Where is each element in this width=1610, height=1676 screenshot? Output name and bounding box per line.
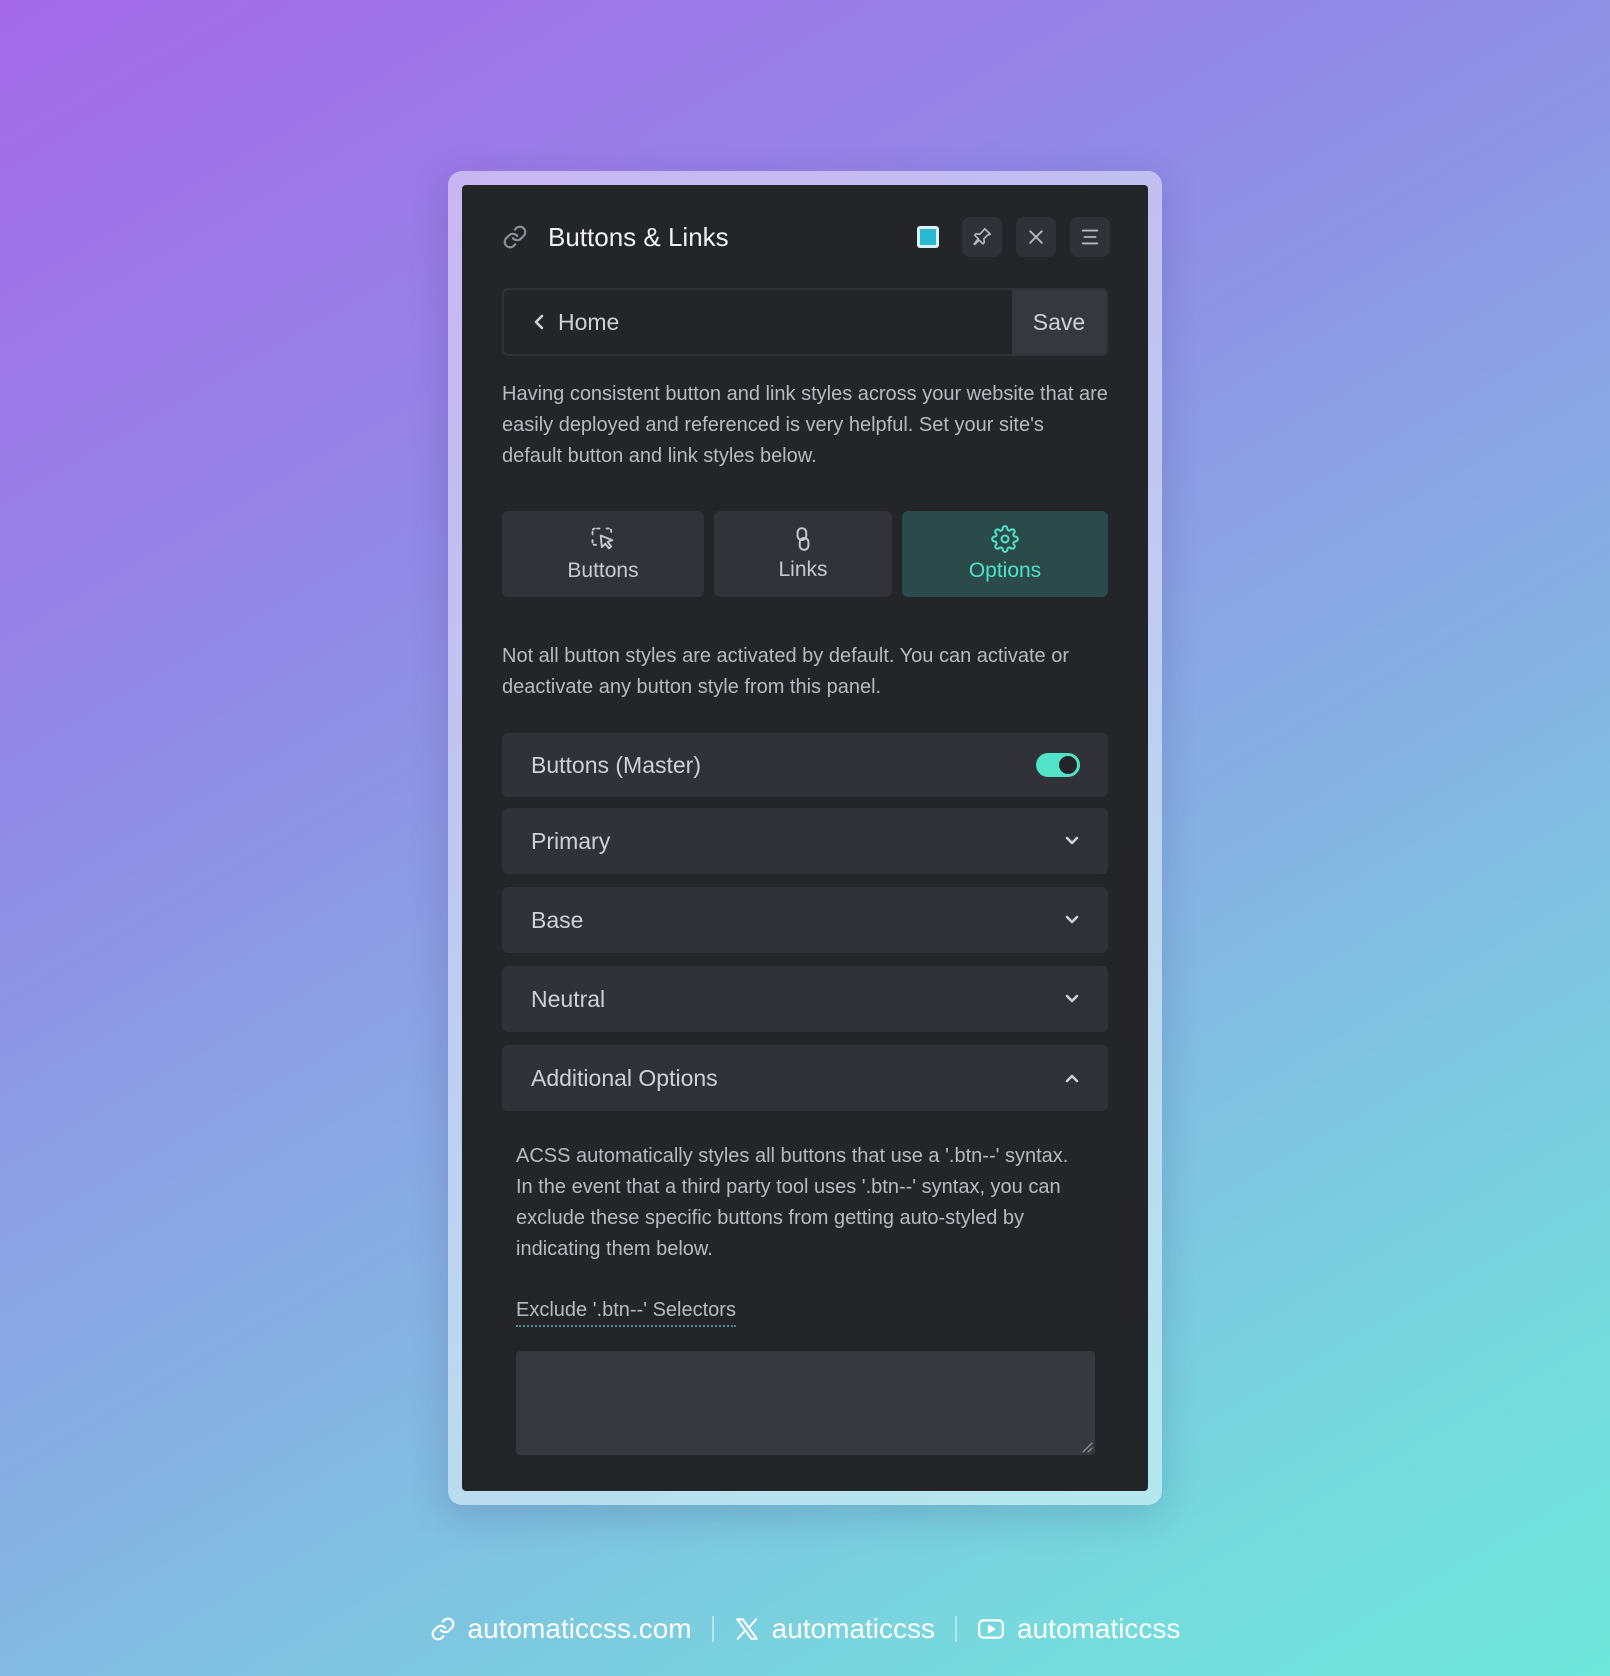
intro-text: Having consistent button and link styles…: [502, 383, 1108, 467]
accordion-additional-options-label: Additional Options: [531, 1064, 718, 1091]
menu-button[interactable]: [1070, 217, 1110, 257]
buttons-master-row: Buttons (Master): [502, 733, 1108, 797]
tab-buttons[interactable]: Buttons: [502, 511, 704, 597]
accordion-primary[interactable]: Primary: [502, 808, 1108, 874]
footer-divider: [711, 1616, 714, 1642]
link-icon: [431, 1617, 454, 1641]
gear-icon: [991, 525, 1019, 553]
chain-link-icon: [796, 527, 810, 551]
tab-links-label: Links: [778, 558, 828, 581]
footer-links: automaticcss.com automaticcss automaticc…: [0, 1604, 1610, 1654]
website-link[interactable]: automaticcss.com: [430, 1613, 692, 1645]
footer-divider: [955, 1616, 958, 1642]
chevron-down-icon: [1065, 836, 1079, 845]
chevron-down-icon: [1065, 994, 1079, 1003]
exclude-selectors-textarea[interactable]: [516, 1351, 1095, 1455]
menu-icon: [1081, 229, 1099, 245]
additional-options-description: ACSS automatically styles all buttons th…: [516, 1145, 1069, 1260]
section-tabs: Buttons Links Options: [502, 511, 1108, 597]
accordion-base[interactable]: Base: [502, 887, 1108, 953]
color-toggle-button[interactable]: [908, 217, 948, 257]
pointer-click-icon: [591, 527, 614, 550]
youtube-icon: [978, 1619, 1004, 1639]
tab-buttons-label: Buttons: [567, 559, 639, 582]
x-handle-label: automaticcss: [771, 1613, 936, 1644]
x-logo-icon: [735, 1618, 758, 1640]
pin-button[interactable]: [962, 217, 1002, 257]
chevron-down-icon: [1065, 915, 1079, 924]
close-icon: [1029, 230, 1043, 244]
panel-title: Buttons & Links: [548, 221, 729, 252]
x-link[interactable]: automaticcss: [734, 1613, 935, 1645]
website-label: automaticcss.com: [467, 1613, 692, 1644]
tab-options[interactable]: Options: [902, 511, 1108, 597]
toggle-knob: [1059, 756, 1077, 774]
accordion-primary-label: Primary: [531, 827, 611, 854]
accordion-base-label: Base: [531, 906, 584, 933]
color-square-icon: [917, 226, 939, 248]
settings-panel: Buttons & Links Home Save Having consist…: [462, 185, 1148, 1491]
resize-grip-icon[interactable]: [1079, 1439, 1093, 1453]
exclude-selectors-label: Exclude '.btn--' Selectors: [516, 1299, 736, 1327]
breadcrumb-bar: Home Save: [502, 288, 1108, 356]
accordion-neutral[interactable]: Neutral: [502, 966, 1108, 1032]
options-note: Not all button styles are activated by d…: [502, 645, 1070, 698]
chevron-left-icon: [534, 314, 544, 330]
accordion-additional-options[interactable]: Additional Options: [502, 1045, 1108, 1111]
tab-options-label: Options: [968, 559, 1042, 582]
youtube-handle-label: automaticcss: [1017, 1613, 1181, 1644]
accordion-neutral-label: Neutral: [531, 985, 606, 1012]
chevron-up-icon: [1065, 1074, 1079, 1083]
link-icon: [503, 225, 527, 249]
back-home-link[interactable]: Home: [504, 290, 1012, 354]
buttons-master-toggle[interactable]: [1036, 753, 1080, 777]
save-button[interactable]: Save: [1012, 290, 1106, 354]
panel-header: Buttons & Links: [502, 215, 1110, 259]
youtube-link[interactable]: automaticcss: [977, 1613, 1180, 1645]
close-button[interactable]: [1016, 217, 1056, 257]
buttons-master-label: Buttons (Master): [531, 751, 701, 778]
tab-links[interactable]: Links: [714, 511, 892, 597]
pin-icon: [973, 227, 992, 246]
back-home-label: Home: [558, 308, 620, 335]
